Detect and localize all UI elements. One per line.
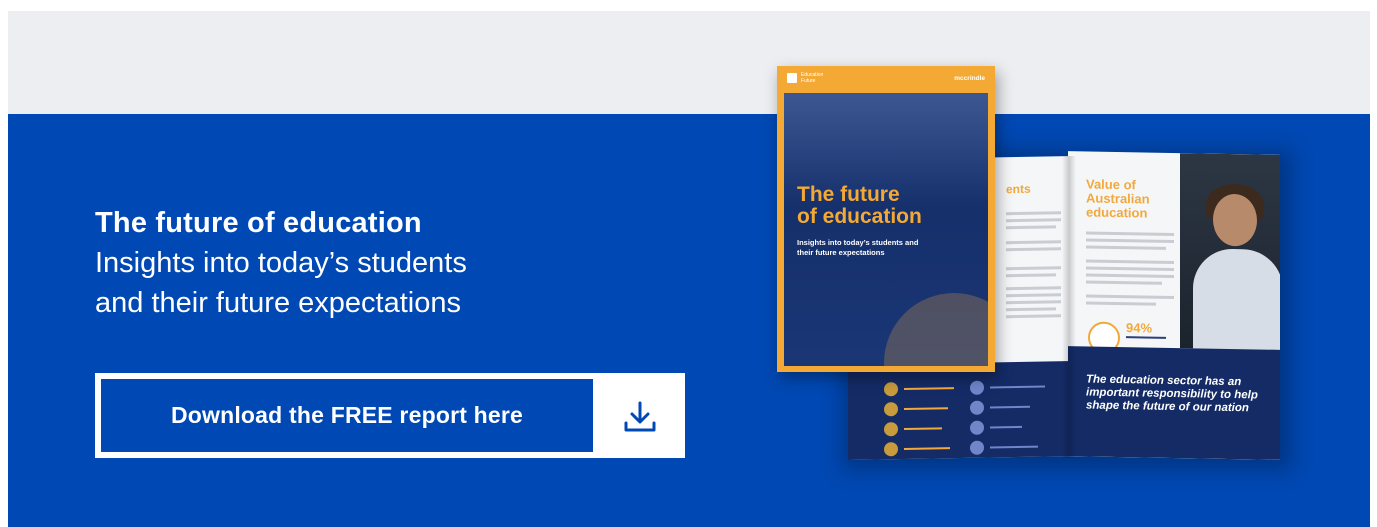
text-line <box>1006 293 1061 298</box>
chart-icon <box>970 440 984 455</box>
hero-subtitle-line-1: Insights into today’s students <box>95 247 467 279</box>
text-line <box>1006 273 1056 278</box>
chart-icon <box>884 402 898 417</box>
text-line <box>1086 259 1174 264</box>
text-line <box>1006 247 1061 252</box>
cover-subtitle: Insights into today’s students and their… <box>797 238 919 257</box>
download-icon[interactable] <box>621 398 659 436</box>
chart-bar <box>990 445 1038 449</box>
chart-bar <box>990 425 1022 429</box>
cover-logo-text: Education Future <box>801 72 824 84</box>
text-line <box>1086 266 1174 271</box>
text-line <box>1086 280 1162 285</box>
text-line <box>1006 225 1056 230</box>
report-right-page: Value of Australian education 94% The ed… <box>1068 151 1280 460</box>
chart-icon <box>970 380 984 395</box>
text-line <box>1086 245 1166 250</box>
chart-bar <box>990 385 1045 389</box>
text-line <box>1086 273 1174 278</box>
chart-icon <box>884 442 898 457</box>
right-page-quote: The education sector has an important re… <box>1086 373 1258 415</box>
stat-value: 94% <box>1126 320 1153 336</box>
top-band <box>8 11 1370 114</box>
chart-bar <box>904 407 948 410</box>
text-line <box>1086 294 1174 299</box>
text-line <box>1006 300 1061 305</box>
stat-caption <box>1126 336 1166 339</box>
cover-logo: Education Future <box>787 72 831 84</box>
chart-icon <box>970 400 984 415</box>
text-line <box>1006 218 1061 223</box>
text-line <box>1006 314 1061 319</box>
cover-title-line: The future <box>797 183 900 206</box>
cover-title: The future of education <box>797 184 922 228</box>
chart-bar <box>904 387 954 390</box>
right-page-heading-line: education <box>1086 204 1148 221</box>
download-report-label-box[interactable]: Download the FREE report here <box>101 379 593 452</box>
chart-icon <box>884 382 898 397</box>
text-line <box>1086 238 1174 243</box>
cover-brand: mccrindle <box>954 75 985 82</box>
chart-icon <box>970 420 984 435</box>
chart-icon <box>884 422 898 437</box>
right-page-heading: Value of Australian education <box>1086 176 1150 221</box>
report-cover: Education Future mccrindle The future of… <box>777 66 995 372</box>
text-line <box>1086 231 1174 236</box>
left-page-heading: ents <box>1006 181 1031 197</box>
hero-text: The future of education Insights into to… <box>95 203 467 323</box>
report-spine <box>1062 156 1076 458</box>
chart-bar <box>990 405 1030 409</box>
hero-subtitle-line-2: and their future expectations <box>95 287 461 319</box>
chart-bar <box>904 447 950 450</box>
text-line <box>1086 301 1156 306</box>
text-line <box>1006 286 1061 291</box>
left-page-chart-panel <box>848 361 1073 460</box>
text-line <box>1006 307 1056 312</box>
text-line <box>1006 211 1061 216</box>
teacher-face <box>1213 193 1257 247</box>
cover-photo-circle <box>884 293 988 366</box>
cover-title-line: of education <box>797 205 922 228</box>
cover-photo <box>784 93 988 366</box>
text-line <box>1006 240 1061 245</box>
text-line <box>1006 266 1061 271</box>
download-report-label: Download the FREE report here <box>170 402 524 428</box>
download-report-button[interactable]: Download the FREE report here <box>95 373 685 458</box>
education-future-logo-icon <box>787 73 797 83</box>
chart-bar <box>904 427 942 430</box>
hero-title: The future of education <box>95 207 422 239</box>
